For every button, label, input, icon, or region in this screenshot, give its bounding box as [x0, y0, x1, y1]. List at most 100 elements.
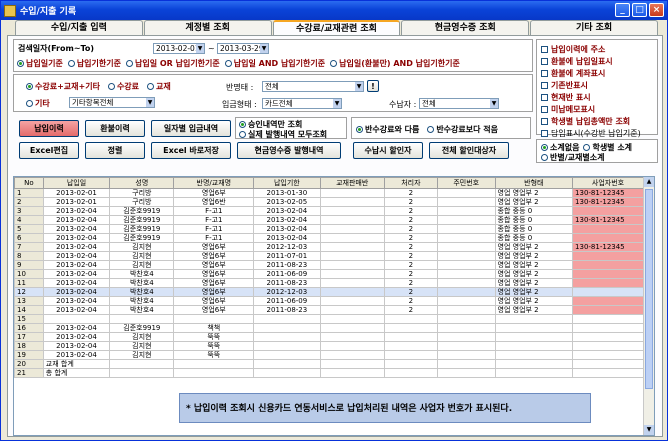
table-cell: 2 [383, 206, 438, 216]
table-row[interactable]: 20 교재 합계 [14, 359, 644, 369]
scroll-thumb[interactable] [645, 189, 653, 389]
refund-history-button[interactable]: 환불이력 [85, 120, 145, 137]
table-cell: 2 [383, 224, 438, 234]
table-row[interactable]: 17 2013-02-04 김지현 뚝뚝 [14, 332, 644, 342]
class-filter-button[interactable]: ! [367, 80, 379, 92]
tab-other-view[interactable]: 기타 조회 [530, 20, 658, 35]
check-refund-account[interactable]: 환불에 계좌표시 [541, 67, 657, 79]
payment-type-select[interactable]: 카드전체 ▼ [262, 98, 342, 109]
table-cell: 3 [14, 206, 44, 216]
excel-edit-button[interactable]: Excel편집 [19, 142, 79, 159]
table-row[interactable]: 14 2013-02-04 박찬호4 영업6부 2011-08-23 2 영업 영업부 2 [14, 305, 644, 315]
tab-cash-receipt[interactable]: 현금영수증 조회 [401, 20, 530, 35]
table-cell: 20 [14, 359, 44, 369]
minimize-button[interactable]: _ [615, 3, 630, 17]
payment-grid[interactable]: No 납입일 성명 반명/교재명 납입기한 교재판매반 처리자 주민번호 반형태 사업자번호 12… [13, 176, 655, 436]
chevron-down-icon[interactable]: ▼ [333, 99, 341, 108]
radio-all-types[interactable]: 수강료+교재+기타 [26, 81, 100, 92]
close-button[interactable]: × [649, 3, 664, 17]
table-row[interactable]: 5 2013-02-04 김준호9919 F-고1 2013-02-04 2 종합 중등 0 [14, 224, 644, 234]
radio-date-and-due[interactable]: 납입일 AND 납입기한기준 [224, 58, 325, 69]
payment-history-button[interactable]: 납입이력 [19, 120, 79, 137]
radio-due-date[interactable]: 납입기한기준 [67, 58, 121, 69]
tab-income-entry[interactable]: 수입/지출 입력 [15, 20, 143, 35]
scroll-down-icon[interactable]: ▼ [644, 425, 654, 435]
column-header[interactable]: 납입일 [42, 177, 111, 189]
tab-account-view[interactable]: 계정별 조회 [143, 20, 272, 35]
date-to-field[interactable]: 2013-03-29 ▼ [217, 43, 269, 54]
table-cell: F-고1 [173, 215, 255, 225]
chevron-down-icon[interactable]: ▼ [355, 82, 363, 91]
check-current-class[interactable]: 현재반 표시 [541, 91, 657, 103]
check-address[interactable]: 납입이력에 주소 [541, 43, 657, 55]
etc-item-select[interactable]: 기타항목전체 ▼ [69, 97, 155, 108]
table-cell [436, 269, 496, 279]
vertical-scrollbar[interactable]: ▲ ▼ [643, 177, 654, 435]
chevron-down-icon[interactable]: ▼ [146, 98, 154, 107]
table-row[interactable]: 1 2013-02-01 구리방 영업6부 2013-01-30 2 영업 영업부 2 130… [14, 188, 644, 198]
column-header[interactable]: 납입기한 [253, 177, 321, 189]
radio-tuition[interactable]: 수강료 [107, 81, 139, 92]
table-row[interactable]: 11 2013-02-04 박찬호4 영업6부 2011-08-23 2 영업 영업부 2 [14, 278, 644, 288]
daily-cash-button[interactable]: 일자별 입금내역 [151, 120, 231, 137]
table-row[interactable]: 19 2013-02-04 김지현 뚝뚝 [14, 350, 644, 360]
table-cell: 영업 영업부 2 [494, 278, 574, 288]
maximize-button[interactable]: □ [632, 3, 647, 17]
table-row[interactable]: 12 2013-02-04 박찬호4 영업6부 2012-12-03 2 영업 영업부 2 [14, 287, 644, 297]
column-header[interactable]: 교재판매반 [319, 177, 385, 189]
tab-tuition-view[interactable]: 수강료/교재관련 조회 [272, 20, 401, 35]
chevron-down-icon[interactable]: ▼ [260, 44, 268, 53]
table-row[interactable]: 10 2013-02-04 박찬호4 영업6부 2011-06-09 2 영업 영업부 2 [14, 269, 644, 279]
table-cell [253, 368, 321, 378]
table-row[interactable]: 8 2013-02-04 김지현 영업6부 2011-07-01 2 영업 영업부 2 [14, 251, 644, 261]
table-row[interactable]: 7 2013-02-04 김지현 영업6부 2012-12-03 2 영업 영업부 2 130… [14, 242, 644, 252]
radio-textbook[interactable]: 교재 [147, 81, 171, 92]
check-student-total[interactable]: 학생별 납입총액만 조회 [541, 115, 657, 127]
table-row[interactable]: 9 2013-02-04 김지현 영업6부 2011-08-23 2 영업 영업부 2 [14, 260, 644, 270]
table-row[interactable]: 16 2013-02-04 김준호9919 책책 [14, 323, 644, 333]
column-header[interactable]: 반명/교재명 [173, 177, 255, 189]
radio-refund-and-due[interactable]: 납입일(환불만) AND 납입기한기준 [330, 58, 460, 69]
chevron-down-icon[interactable]: ▼ [196, 44, 204, 53]
table-cell [436, 278, 496, 288]
radio-etc[interactable]: 기타 [26, 98, 50, 109]
table-row[interactable]: 3 2013-02-04 김준호9919 F-고1 2013-02-04 2 종합 중등 0 [14, 206, 644, 216]
cash-receipt-button[interactable]: 현금영수증 발행내역 [237, 142, 341, 159]
table-cell [319, 323, 385, 333]
table-cell: 2013-02-01 [42, 188, 111, 198]
column-header[interactable]: 성명 [109, 177, 175, 189]
check-unpaid-memo[interactable]: 미납메모표시 [541, 103, 657, 115]
table-row[interactable]: 15 [14, 314, 644, 324]
all-discount-button[interactable]: 전체 할인대상자 [429, 142, 509, 159]
column-header[interactable]: 반형태 [494, 177, 574, 189]
check-refund-date[interactable]: 환불에 납입일표시 [541, 55, 657, 67]
column-header[interactable]: 사업자번호 [572, 177, 644, 189]
column-header[interactable]: 주민번호 [436, 177, 496, 189]
receiver-discount-button[interactable]: 수납시 할인자 [353, 142, 423, 159]
check-old-class[interactable]: 기존반표시 [541, 79, 657, 91]
radio-class-subtotal[interactable]: 반별/교재별소계 [541, 152, 604, 163]
table-cell: 2 [383, 188, 438, 198]
column-header[interactable]: 처리자 [383, 177, 438, 189]
sort-button[interactable]: 정렬 [85, 142, 145, 159]
radio-payment-date[interactable]: 납입일기준 [17, 58, 63, 69]
table-row[interactable]: 18 2013-02-04 김지현 뚝뚝 [14, 341, 644, 351]
radio-date-or-due[interactable]: 납입일 OR 납입기한기준 [125, 58, 220, 69]
radio-differs[interactable]: 반수강료와 다름 [356, 124, 419, 135]
radio-all-issued[interactable]: 실제 발행내역 모두조회 [239, 129, 327, 140]
receiver-select[interactable]: 전체 ▼ [419, 98, 499, 109]
check-homeroom[interactable]: 담임표시(수강반 납입기준) [541, 127, 657, 139]
column-header[interactable]: No [14, 177, 44, 189]
table-row[interactable]: 2 2013-02-01 구리방 영업6반 2013-02-05 2 영업 영업부 2 130… [14, 197, 644, 207]
table-row[interactable]: 21 총 합계 [14, 368, 644, 378]
date-from-field[interactable]: 2013-02-01 ▼ [153, 43, 205, 54]
table-cell: 김지현 [109, 332, 175, 342]
table-row[interactable]: 4 2013-02-04 김준호9919 F-고1 2013-02-04 2 종합 중등 0… [14, 215, 644, 225]
chevron-down-icon[interactable]: ▼ [490, 99, 498, 108]
class-select[interactable]: 전체 ▼ [262, 81, 364, 92]
table-row[interactable]: 6 2013-02-04 김준호9919 F-고1 2013-02-04 2 종합 중등 0 [14, 233, 644, 243]
scroll-up-icon[interactable]: ▲ [644, 177, 654, 187]
table-row[interactable]: 13 2013-02-04 박찬호4 영업6부 2011-06-09 2 영업 영업부 2 [14, 296, 644, 306]
radio-less-than[interactable]: 반수강료보다 적음 [427, 124, 498, 135]
excel-save-button[interactable]: Excel 바로저장 [151, 142, 231, 159]
